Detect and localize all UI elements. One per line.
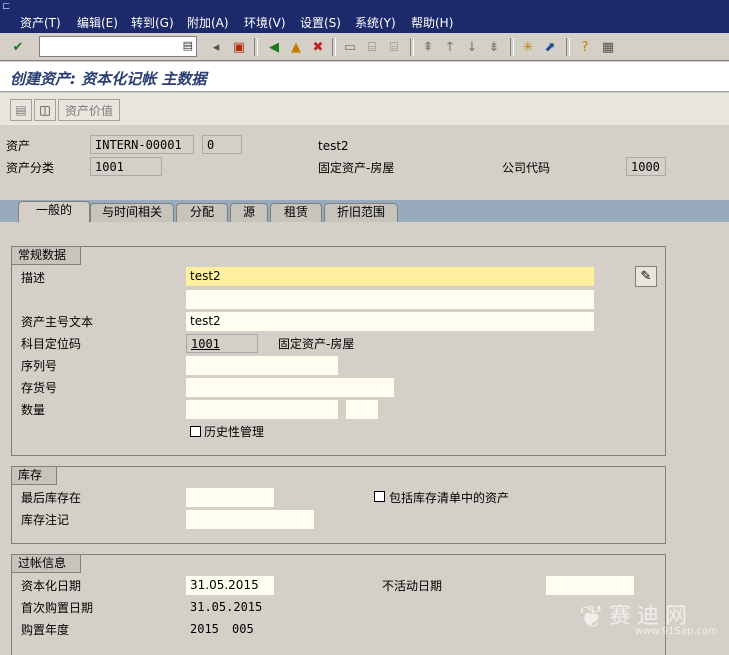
- menu-bar: 资产(T) 编辑(E) 转到(G) 附加(A) 环境(V) 设置(S) 系统(Y…: [0, 13, 729, 33]
- toolbar-separator: [332, 38, 336, 56]
- toolbar-separator: [566, 38, 570, 56]
- command-history-icon[interactable]: ▤: [183, 39, 193, 52]
- asset-sub-number-field: 0: [202, 135, 242, 154]
- quantity-label: 数量: [21, 403, 46, 417]
- window-title-strip: ⊏: [0, 0, 729, 13]
- history-management-label: 历史性管理: [204, 425, 265, 439]
- find-icon[interactable]: ⌸: [362, 37, 382, 57]
- command-field[interactable]: ▤: [39, 36, 197, 57]
- quantity-unit-field[interactable]: [346, 400, 378, 419]
- watermark-logo: ❦ 赛迪网 www.91Sap.com: [575, 598, 725, 648]
- first-acquisition-date-field: 31.05.2015: [186, 598, 274, 617]
- menu-extras[interactable]: 附加(A): [187, 15, 229, 31]
- asset-class-label: 资产分类: [6, 161, 55, 175]
- last-page-icon[interactable]: ⇟: [484, 37, 504, 57]
- application-toolbar: ▤ ◫ 资产价值: [0, 93, 729, 125]
- capitalization-date-field[interactable]: 31.05.2015: [186, 576, 274, 595]
- acquisition-year-field: 2015: [186, 620, 226, 639]
- serial-number-field[interactable]: [186, 356, 338, 375]
- back-icon[interactable]: ◀: [264, 37, 284, 57]
- save-icon[interactable]: ▣: [229, 37, 249, 57]
- watermark-leaf-icon: ❦: [579, 600, 605, 635]
- company-code-label: 公司代码: [502, 161, 551, 175]
- toolbar-separator: [510, 38, 514, 56]
- asset-values-button[interactable]: 资产价值: [58, 99, 120, 121]
- tab-assignments[interactable]: 分配: [176, 203, 228, 222]
- include-in-inventory-list-checkbox[interactable]: [374, 491, 385, 502]
- capitalization-date-label: 资本化日期: [21, 579, 82, 593]
- history-management-checkbox[interactable]: [190, 426, 201, 437]
- asset-label: 资产: [6, 139, 31, 153]
- long-text-edit-icon[interactable]: ✎: [635, 266, 657, 287]
- enter-icon[interactable]: ✔: [8, 37, 28, 57]
- quantity-field[interactable]: [186, 400, 338, 419]
- tab-general[interactable]: 一般的: [18, 201, 90, 223]
- inventory-note-field[interactable]: [186, 510, 314, 529]
- description2-field[interactable]: [186, 290, 594, 309]
- account-determination-description: 固定资产-房屋: [278, 337, 355, 351]
- posting-information-title: 过帐信息: [12, 555, 82, 573]
- serial-number-label: 序列号: [21, 359, 58, 373]
- main-text-field[interactable]: test2: [186, 312, 594, 331]
- create-session-icon[interactable]: ✳: [518, 37, 538, 57]
- watermark-url: www.91Sap.com: [635, 626, 718, 637]
- menu-edit[interactable]: 编辑(E): [77, 15, 118, 31]
- last-inventory-label: 最后库存在: [21, 491, 82, 505]
- title-bar: 创建资产: 资本化记帐 主数据: [0, 62, 729, 92]
- menu-help[interactable]: 帮助(H): [411, 15, 453, 31]
- inventory-title: 库存: [12, 467, 58, 485]
- menu-goto[interactable]: 转到(G): [131, 15, 174, 31]
- main-text-label: 资产主号文本: [21, 315, 94, 329]
- help-icon[interactable]: ?: [575, 37, 595, 57]
- last-inventory-field[interactable]: [186, 488, 274, 507]
- menu-environment[interactable]: 环境(V): [244, 15, 286, 31]
- first-acquisition-date-label: 首次购置日期: [21, 601, 94, 615]
- description-field[interactable]: test2: [186, 267, 594, 286]
- shortcut-icon[interactable]: ⬈: [540, 37, 560, 57]
- first-page-icon[interactable]: ⇞: [418, 37, 438, 57]
- find-next-icon[interactable]: ⌸: [384, 37, 404, 57]
- toolbar-separator: [410, 38, 414, 56]
- menu-system[interactable]: 系统(Y): [355, 15, 396, 31]
- account-determination-label: 科目定位码: [21, 337, 82, 351]
- inventory-note-label: 库存注记: [21, 513, 70, 527]
- description-label: 描述: [21, 271, 46, 285]
- exit-icon[interactable]: ▲: [286, 37, 306, 57]
- standard-toolbar: ✔ ▤ ◂ ▣ ◀ ▲ ✖ ▭ ⌸ ⌸ ⇞ ↑ ↓ ⇟ ✳ ⬈ ? ▦: [0, 33, 729, 61]
- toolbar-separator: [254, 38, 258, 56]
- acquisition-year-label: 购置年度: [21, 623, 70, 637]
- tab-strip: 一般的 与时间相关 分配 源 租赁 折旧范围: [0, 200, 729, 223]
- account-determination-field[interactable]: 1001: [186, 334, 258, 353]
- page-title: 创建资产: 资本化记帐 主数据: [10, 70, 207, 88]
- posting-information-group: 过帐信息: [11, 554, 666, 655]
- inventory-number-field[interactable]: [186, 378, 394, 397]
- tab-time-dependent[interactable]: 与时间相关: [90, 203, 174, 222]
- general-data-title: 常规数据: [12, 247, 82, 265]
- customize-layout-icon[interactable]: ▦: [598, 37, 618, 57]
- inventory-group: 库存: [11, 466, 666, 544]
- deactivation-date-field[interactable]: [546, 576, 634, 595]
- menu-asset[interactable]: 资产(T): [20, 15, 61, 31]
- other-asset-icon[interactable]: ▤: [10, 99, 32, 121]
- acquisition-period-field: 005: [228, 620, 258, 639]
- print-icon[interactable]: ▭: [340, 37, 360, 57]
- asset-number-field: INTERN-00001: [90, 135, 194, 154]
- asset-description-text: test2: [318, 139, 349, 153]
- include-in-inventory-list-label: 包括库存清单中的资产: [389, 491, 510, 505]
- next-page-icon[interactable]: ↓: [462, 37, 482, 57]
- system-menu-icon[interactable]: ⊏: [2, 1, 16, 12]
- display-change-icon[interactable]: ◫: [34, 99, 56, 121]
- asset-class-description: 固定资产-房屋: [318, 161, 395, 175]
- inventory-number-label: 存货号: [21, 381, 58, 395]
- menu-settings[interactable]: 设置(S): [300, 15, 341, 31]
- company-code-field: 1000: [626, 157, 666, 176]
- tab-leasing[interactable]: 租赁: [270, 203, 322, 222]
- asset-class-field: 1001: [90, 157, 162, 176]
- deactivation-date-label: 不活动日期: [382, 579, 443, 593]
- tab-depreciation-areas[interactable]: 折旧范围: [324, 203, 398, 222]
- tab-origin[interactable]: 源: [230, 203, 268, 222]
- previous-page-icon[interactable]: ↑: [440, 37, 460, 57]
- collapse-icon[interactable]: ◂: [206, 37, 226, 57]
- cancel-icon[interactable]: ✖: [308, 37, 328, 57]
